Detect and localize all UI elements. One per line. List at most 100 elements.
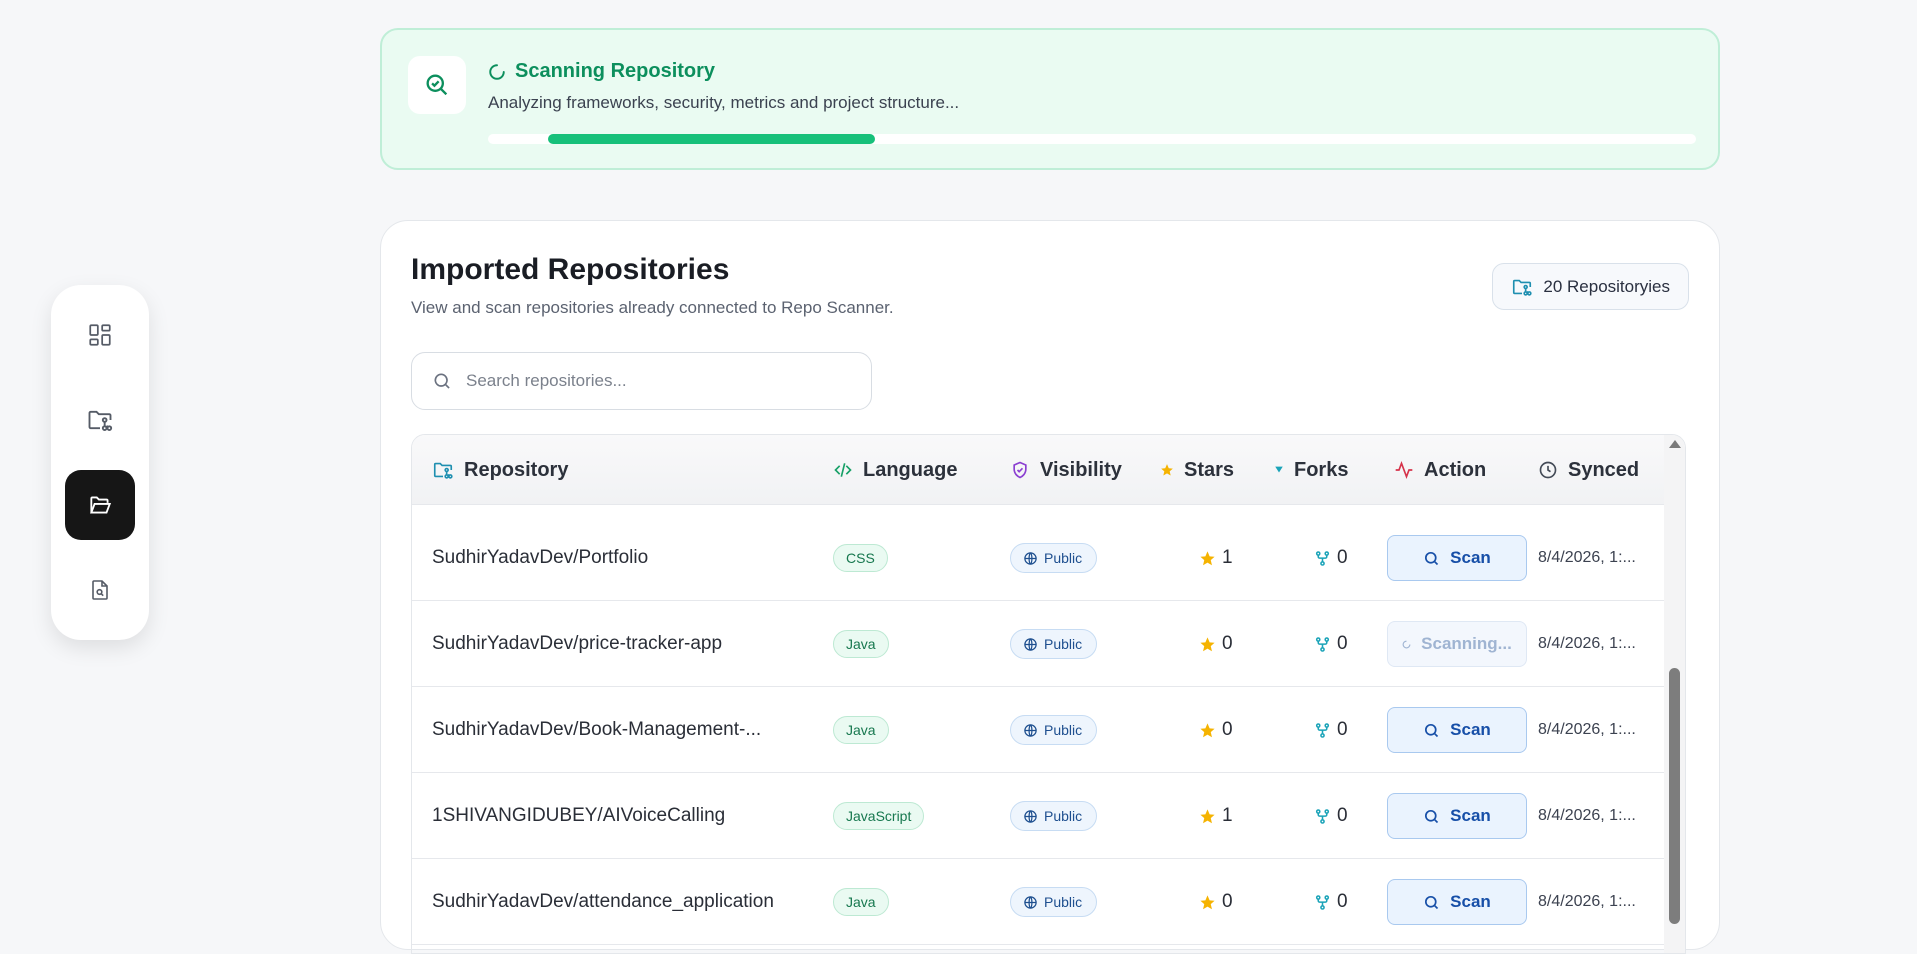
scrollbar-thumb[interactable] [1669, 668, 1680, 924]
stars-count: 0 [1199, 719, 1233, 741]
synced-timestamp: 8/4/2026, 1:... [1538, 635, 1636, 652]
visibility-badge: Public [1010, 887, 1098, 917]
column-label: Visibility [1040, 458, 1122, 481]
repo-name-link[interactable]: SudhirYadavDev/Portfolio [432, 547, 648, 569]
sidebar-item-imported[interactable] [65, 470, 135, 540]
search-icon [1425, 895, 1439, 909]
search-icon [434, 373, 450, 389]
globe-icon [1024, 895, 1037, 909]
table-row[interactable]: SudhirYadavDev/Portfolio CSS Public 1 0 Scan 8… [412, 515, 1666, 601]
scan-progress-fill [548, 134, 875, 144]
visibility-badge: Public [1010, 801, 1098, 831]
stars-count: 0 [1199, 633, 1233, 655]
star-icon [1200, 550, 1215, 565]
column-header-visibility[interactable]: Visibility [1010, 435, 1122, 505]
scroll-up-arrow-icon[interactable] [1669, 440, 1681, 448]
visibility-badge: Public [1010, 715, 1098, 745]
star-icon [1200, 722, 1215, 737]
sidebar-item-repositories[interactable] [65, 385, 135, 455]
synced-timestamp: 8/4/2026, 1:... [1538, 893, 1636, 910]
forks-count: 0 [1314, 891, 1348, 913]
forks-value: 0 [1337, 547, 1348, 568]
repository-count-badge: 20 Repositoryies [1492, 263, 1689, 310]
stars-value: 0 [1222, 633, 1233, 654]
stars-count: 0 [1199, 891, 1233, 913]
forks-value: 0 [1337, 891, 1348, 912]
table-row[interactable]: SudhirYadavDev/Book-Management-... Java Pu… [412, 687, 1666, 773]
forks-count: 0 [1314, 805, 1348, 827]
scan-button[interactable]: Scan [1387, 793, 1527, 839]
fork-icon [1315, 550, 1330, 566]
star-icon [1200, 808, 1215, 823]
column-label: Action [1424, 458, 1487, 481]
column-header-action[interactable]: Action [1394, 435, 1486, 505]
visibility-label: Public [1044, 894, 1083, 910]
scan-button[interactable]: Scan [1387, 879, 1527, 925]
column-label: Repository [464, 458, 569, 481]
visibility-label: Public [1044, 550, 1083, 566]
sidebar-item-reports[interactable] [65, 555, 135, 625]
repo-name-link[interactable]: SudhirYadavDev/Book-Management-... [432, 719, 761, 741]
synced-timestamp: 8/4/2026, 1:... [1538, 721, 1636, 738]
stars-count: 1 [1199, 805, 1233, 827]
shield-check-icon [1013, 461, 1027, 479]
star-icon [1161, 464, 1173, 476]
repo-name-link[interactable]: SudhirYadavDev/price-tracker-app [432, 633, 722, 655]
column-header-language[interactable]: Language [833, 435, 957, 505]
forks-count: 0 [1314, 633, 1348, 655]
visibility-badge: Public [1010, 629, 1098, 659]
table-row[interactable]: 1SHIVANGIDUBEY/AIVoiceCalling JavaScript P… [412, 773, 1666, 859]
language-badge: JavaScript [833, 802, 925, 830]
table-row[interactable]: SudhirYadavDev/price-tracker-app Java Publ… [412, 601, 1666, 687]
stars-value: 1 [1222, 547, 1233, 568]
repo-name-link[interactable]: 1SHIVANGIDUBEY/AIVoiceCalling [432, 805, 725, 827]
activity-icon [1395, 460, 1413, 480]
table-scrollbar[interactable] [1664, 435, 1685, 953]
star-icon [1200, 894, 1215, 909]
scan-button[interactable]: Scan [1387, 535, 1527, 581]
forks-value: 0 [1337, 805, 1348, 826]
visibility-badge: Public [1010, 543, 1098, 573]
scan-status-banner: Scanning Repository Analyzing frameworks… [380, 28, 1720, 170]
star-icon [1200, 636, 1215, 651]
language-badge: Java [833, 716, 889, 744]
globe-icon [1024, 637, 1037, 651]
scanning-button[interactable]: Scanning... [1387, 621, 1527, 667]
action-label: Scan [1450, 720, 1491, 739]
action-label: Scan [1450, 892, 1491, 911]
column-header-synced[interactable]: Synced [1538, 435, 1639, 505]
table-row[interactable]: SudhirYadavDev/attendance_application Jav… [412, 859, 1666, 945]
stars-value: 0 [1222, 891, 1233, 912]
synced-timestamp: 8/4/2026, 1:... [1538, 807, 1636, 824]
scan-button[interactable]: Scan [1387, 707, 1527, 753]
scan-status-title: Scanning Repository [515, 60, 716, 82]
sidebar-item-dashboard[interactable] [65, 300, 135, 370]
fork-icon [1275, 466, 1283, 473]
folder-git-icon [1513, 279, 1532, 296]
table-header: Repository Language Visibility Stars For… [412, 435, 1666, 505]
folder-open-icon [90, 496, 112, 514]
column-label: Forks [1294, 458, 1349, 481]
synced-timestamp: 8/4/2026, 1:... [1538, 549, 1636, 566]
column-header-repository[interactable]: Repository [432, 435, 568, 505]
search-input[interactable] [466, 371, 846, 391]
forks-value: 0 [1337, 633, 1348, 654]
page-subtitle: View and scan repositories already conne… [411, 298, 894, 317]
scan-status-icon-box [408, 56, 466, 114]
folder-git-icon [433, 462, 453, 479]
repo-name-link[interactable]: SudhirYadavDev/attendance_application [432, 891, 774, 913]
scan-status-subtitle: Analyzing frameworks, security, metrics … [488, 93, 960, 112]
visibility-label: Public [1044, 636, 1083, 652]
spinner-icon [1402, 640, 1411, 648]
column-header-forks[interactable]: Forks [1274, 435, 1348, 505]
globe-icon [1024, 809, 1037, 823]
language-badge: Java [833, 888, 889, 916]
dashboard-icon [89, 324, 111, 346]
globe-icon [1024, 551, 1037, 565]
scan-progress-bar [488, 134, 1696, 144]
column-header-stars[interactable]: Stars [1160, 435, 1234, 505]
file-search-icon [92, 580, 108, 600]
search-box [411, 352, 872, 410]
language-badge: CSS [833, 544, 888, 572]
fork-icon [1315, 808, 1330, 824]
